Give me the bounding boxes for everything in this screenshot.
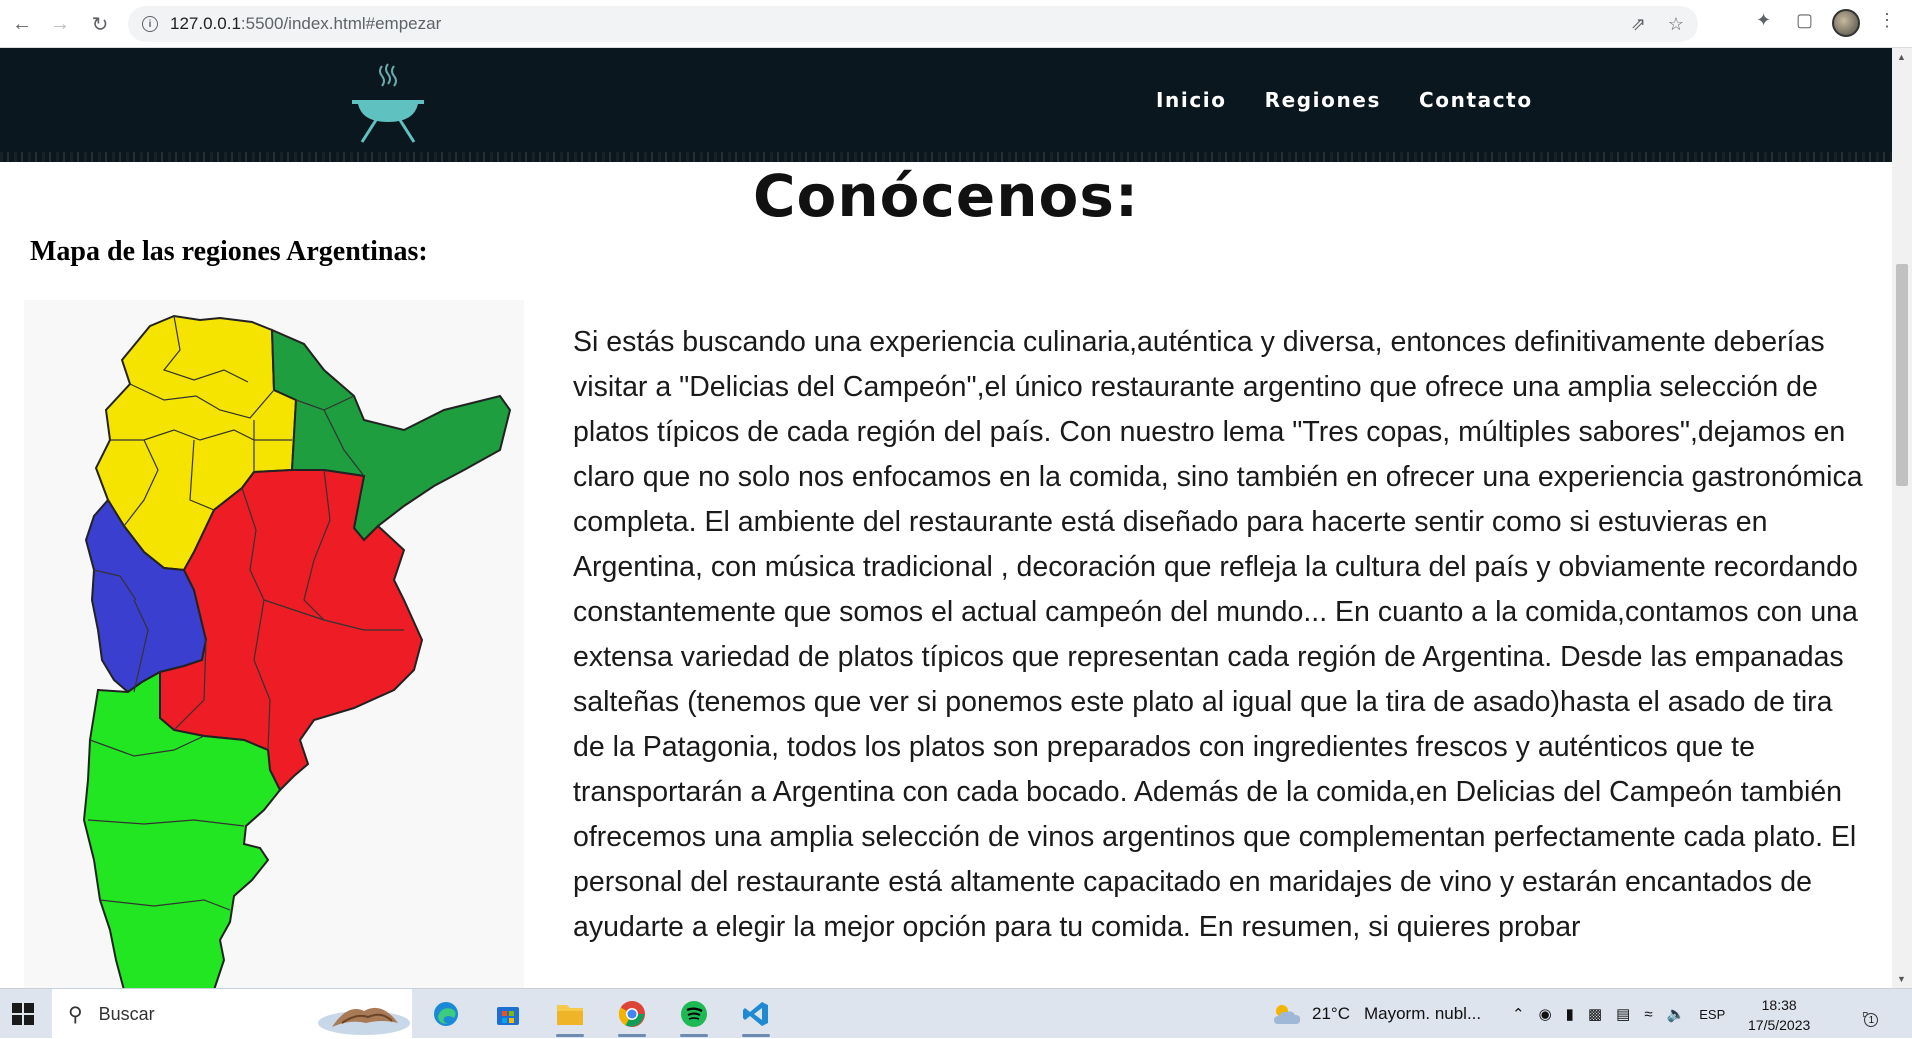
volume-icon[interactable]: 🔈 — [1667, 1005, 1686, 1023]
scrollbar-thumb[interactable] — [1896, 264, 1908, 486]
share-icon[interactable]: ⇗ — [1631, 14, 1646, 35]
taskbar-search[interactable]: ⚲ Buscar — [52, 989, 412, 1039]
bookmark-star-icon[interactable]: ☆ — [1668, 14, 1684, 35]
nav-link-regiones[interactable]: Regiones — [1265, 88, 1381, 112]
display-icon[interactable]: ▤ — [1616, 1005, 1630, 1023]
wifi-icon[interactable]: ≈ — [1644, 1006, 1652, 1023]
browser-toolbar: ← → ↻ i 127.0.0.1:5500/index.html#empeza… — [0, 0, 1912, 48]
weather-widget[interactable]: 21°C Mayorm. nubl... — [1270, 989, 1481, 1039]
scroll-down-icon[interactable]: ▼ — [1897, 974, 1906, 984]
map-heading: Mapa de las regiones Argentinas: — [30, 236, 428, 267]
nav-link-inicio[interactable]: Inicio — [1156, 88, 1227, 112]
microsoft-store-icon[interactable] — [490, 997, 526, 1031]
menu-kebab-icon[interactable]: ⋮ — [1878, 10, 1896, 31]
grill-logo-icon[interactable] — [348, 58, 428, 144]
taskbar-clock[interactable]: 18:38 17/5/2023 — [1748, 995, 1810, 1035]
extensions-icon[interactable]: ✦ — [1756, 10, 1771, 31]
camera-icon[interactable]: ▩ — [1588, 1005, 1602, 1023]
address-bar[interactable]: i 127.0.0.1:5500/index.html#empezar ⇗ ☆ — [128, 6, 1698, 42]
side-panel-icon[interactable]: ▢ — [1796, 10, 1813, 31]
argentina-regions-map — [24, 300, 524, 990]
page-title: Conócenos: — [752, 162, 1140, 230]
edge-browser-icon[interactable] — [428, 997, 464, 1031]
scroll-up-icon[interactable]: ▲ — [1897, 52, 1906, 62]
search-label: Buscar — [98, 1003, 155, 1024]
nav-link-contacto[interactable]: Contacto — [1419, 88, 1533, 112]
argentina-map-image — [82, 314, 512, 990]
url-text: 127.0.0.1:5500/index.html#empezar — [170, 14, 442, 33]
profile-avatar[interactable] — [1832, 9, 1860, 37]
windows-start-icon[interactable] — [12, 1003, 34, 1025]
spotify-icon[interactable] — [676, 997, 712, 1037]
tray-record-icon[interactable]: ◉ — [1539, 1005, 1552, 1023]
search-highlight-illustration — [318, 1007, 410, 1035]
clock-date: 17/5/2023 — [1748, 1017, 1811, 1033]
info-icon[interactable]: i — [142, 16, 158, 32]
vscode-icon[interactable] — [738, 997, 774, 1037]
system-tray: ⌃ ◉ ▮ ▩ ▤ ≈ 🔈 ESP — [1512, 989, 1725, 1039]
back-icon[interactable]: ← — [8, 10, 36, 38]
reload-icon[interactable]: ↻ — [86, 10, 114, 38]
windows-taskbar: ⚲ Buscar 21°C Mayorm. nubl... ⌃ ◉ ▮ ▩ ▤ … — [0, 988, 1912, 1039]
about-paragraph: Si estás buscando una experiencia culina… — [573, 326, 1863, 943]
site-header: Inicio Regiones Contacto — [0, 48, 1892, 162]
main-nav: Inicio Regiones Contacto — [1156, 88, 1533, 112]
notification-count-badge: 1 — [1864, 1013, 1879, 1027]
file-explorer-icon[interactable] — [552, 997, 588, 1037]
page-scrollbar[interactable]: ▲ ▼ — [1892, 48, 1912, 988]
forward-icon[interactable]: → — [46, 10, 74, 38]
partly-cloudy-icon — [1274, 1005, 1301, 1024]
chrome-browser-icon[interactable] — [614, 997, 650, 1037]
tray-chevron-up-icon[interactable]: ⌃ — [1512, 1005, 1525, 1023]
clock-time: 18:38 — [1761, 997, 1797, 1013]
language-indicator[interactable]: ESP — [1699, 1007, 1725, 1022]
weather-temp: 21°C — [1312, 1004, 1350, 1023]
header-texture — [0, 152, 1892, 162]
battery-icon[interactable]: ▮ — [1566, 1005, 1574, 1023]
search-icon: ⚲ — [68, 1003, 83, 1026]
notifications-icon[interactable]: ▫ 1 — [1862, 989, 1879, 1039]
weather-desc: Mayorm. nubl... — [1363, 1004, 1482, 1023]
